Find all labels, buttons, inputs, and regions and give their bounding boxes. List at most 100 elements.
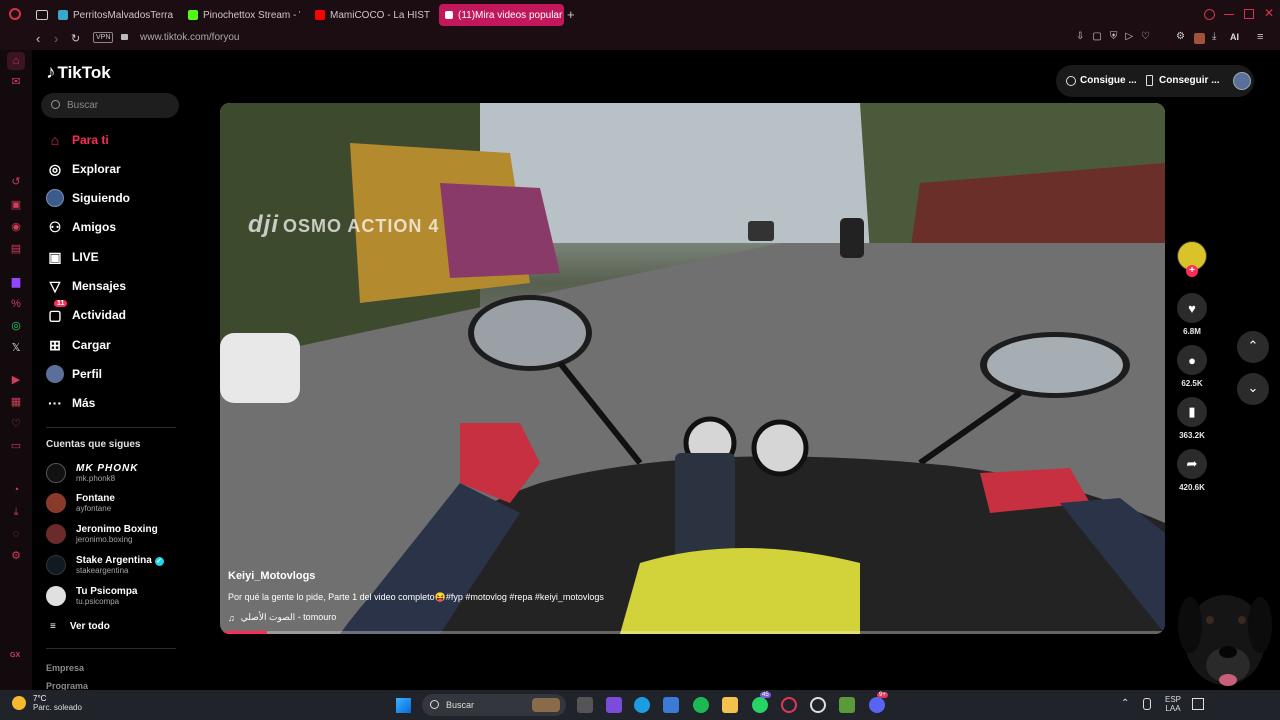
ai-button[interactable]: AI <box>1230 32 1239 42</box>
discord-icon[interactable]: 9+ <box>869 692 888 713</box>
whatsapp-icon[interactable]: 45 <box>752 692 771 713</box>
nav-label: Siguiendo <box>72 191 130 205</box>
language-indicator[interactable]: ESP LAA <box>1165 695 1181 713</box>
m365-icon[interactable] <box>606 697 622 713</box>
forward-icon[interactable]: › <box>54 31 58 46</box>
comment-action[interactable]: ● 62.5K <box>1174 345 1210 388</box>
creator-avatar-button[interactable]: + <box>1174 241 1210 277</box>
close-window-icon[interactable]: ✕ <box>1264 6 1274 20</box>
nav-mas[interactable]: ··· Más <box>46 392 95 414</box>
lock-icon[interactable] <box>121 34 128 40</box>
media-sidebar-icon[interactable]: ▤ <box>9 242 23 256</box>
nav-amigos[interactable]: ⚇ Amigos <box>46 216 116 238</box>
tab-3[interactable]: MamiCOCO - La HISTORIA <box>315 4 430 26</box>
chatgpt-icon[interactable] <box>810 697 826 713</box>
see-all-link[interactable]: ≡ Ver todo <box>50 621 110 632</box>
url-field[interactable]: www.tiktok.com/foryou <box>140 32 239 43</box>
spotify-icon[interactable] <box>693 697 709 713</box>
get-coins-button[interactable]: Consigue ... <box>1066 75 1137 86</box>
reload-icon[interactable]: ↻ <box>71 32 80 45</box>
tiktok-logo[interactable]: ♪ TikTok <box>46 62 111 84</box>
tab-4-active[interactable]: (11)Mira videos popular <box>439 4 564 26</box>
avatar-extension-icon[interactable] <box>1194 33 1205 44</box>
history-sidebar-icon[interactable]: ↺ <box>9 175 23 189</box>
mail-sidebar-icon[interactable]: ✉ <box>9 75 23 89</box>
next-video-button[interactable]: ⌄ <box>1237 373 1269 405</box>
player-sidebar-icon[interactable]: ▶ <box>9 373 23 387</box>
camera-watermark: dji OSMO ACTION 4 <box>248 211 439 239</box>
comment-icon[interactable]: ● <box>1177 345 1207 375</box>
opera-logo-icon[interactable] <box>9 8 21 20</box>
start-icon[interactable] <box>396 698 411 713</box>
following-account-jeronimo[interactable]: Jeronimo Boxing jeronimo.boxing <box>46 521 158 547</box>
store-icon[interactable] <box>663 697 679 713</box>
nav-live[interactable]: ▣ LIVE <box>46 246 98 268</box>
download-sidebar-icon[interactable]: ⤓ <box>9 505 23 519</box>
settings-sidebar-icon[interactable]: ⚙ <box>9 549 23 563</box>
nav-mensajes[interactable]: ▽ Mensajes <box>46 275 126 297</box>
share-icon[interactable]: ➦ <box>1177 449 1207 479</box>
nav-perfil[interactable]: Perfil <box>46 363 102 385</box>
prev-video-button[interactable]: ⌃ <box>1237 331 1269 363</box>
chat-sidebar-icon[interactable]: ◌ <box>9 527 23 541</box>
bookmark-icon[interactable]: ▮ <box>1177 397 1207 427</box>
edge-icon[interactable] <box>634 697 650 713</box>
minimize-icon[interactable] <box>1224 14 1234 15</box>
percent-sidebar-icon[interactable]: % <box>9 297 23 311</box>
file-explorer-icon[interactable] <box>722 697 738 713</box>
vpn-badge[interactable]: VPN <box>93 32 114 43</box>
video-player[interactable]: dji OSMO ACTION 4 Keiyi_Motovlogs Por qué… <box>220 103 1165 634</box>
weather-widget[interactable]: 7°C Parc. soleado <box>12 694 82 712</box>
messenger-sidebar-icon[interactable]: ◉ <box>9 220 23 234</box>
following-account-fontane[interactable]: Fontane ayfontane <box>46 490 115 516</box>
following-account-stake[interactable]: Stake Argentina ✓ stakeargentina <box>46 552 164 578</box>
whatsapp-sidebar-icon[interactable]: ◎ <box>9 319 23 333</box>
nav-siguiendo[interactable]: Siguiendo <box>46 187 130 209</box>
search-box[interactable]: Buscar <box>41 93 179 118</box>
new-tab-button[interactable]: + <box>567 7 575 22</box>
share-action[interactable]: ➦ 420.6K <box>1174 449 1210 492</box>
menu-icon[interactable]: ≡ <box>1257 31 1263 43</box>
x-sidebar-icon[interactable]: 𝕏 <box>9 341 23 355</box>
save-action[interactable]: ▮ 363.2K <box>1174 397 1210 440</box>
heart-sidebar-icon[interactable]: ♡ <box>9 417 23 431</box>
taskbar-search[interactable]: Buscar <box>422 694 566 716</box>
search-tabs-icon[interactable] <box>1204 9 1215 20</box>
obs-app-icon[interactable] <box>839 697 855 713</box>
bag-sidebar-icon[interactable]: ▣ <box>9 198 23 212</box>
download-icon[interactable]: ⤓ <box>1212 31 1216 42</box>
account-text: MK PHONK mk.phonk8 <box>76 463 138 483</box>
follow-plus-icon[interactable]: + <box>1186 265 1198 277</box>
following-account-mkphonk[interactable]: MK PHONK mk.phonk8 <box>46 460 138 486</box>
tiktok-logo-text: TikTok <box>57 63 111 82</box>
tab-1[interactable]: PerritosMalvadosTerraria <box>58 4 173 26</box>
like-action[interactable]: ♥ 6.8M <box>1174 293 1210 336</box>
nav-para-ti[interactable]: ⌂ Para ti <box>46 129 109 151</box>
tray-chevron-icon[interactable]: ⌃ <box>1121 698 1129 709</box>
progress-track[interactable] <box>220 631 1165 634</box>
tab-2[interactable]: Pinochettox Stream - Watc <box>188 4 300 26</box>
mic-icon[interactable] <box>1143 698 1151 710</box>
maximize-icon[interactable] <box>1244 9 1254 19</box>
notifications-icon[interactable] <box>1192 698 1204 710</box>
back-icon[interactable]: ‹ <box>36 31 40 46</box>
get-app-button[interactable]: Conseguir ... <box>1146 75 1220 86</box>
opera-gx-icon[interactable] <box>781 697 797 713</box>
nav-explorar[interactable]: ◎ Explorar <box>46 158 121 180</box>
home-sidebar-icon[interactable]: ⌂ <box>7 52 25 70</box>
footer-link-empresa[interactable]: Empresa <box>46 663 84 673</box>
task-view-icon[interactable] <box>577 697 593 713</box>
nav-cargar[interactable]: ⊞ Cargar <box>46 334 111 356</box>
apps-sidebar-icon[interactable]: ▦ <box>9 395 23 409</box>
nav-actividad[interactable]: ▢ 11 Actividad <box>46 300 126 326</box>
video-sound[interactable]: ♫ الصوت الأصلي - tomouro <box>228 612 336 623</box>
following-account-tupsicompa[interactable]: Tu Psicompa tu.psicompa <box>46 583 138 609</box>
pin-sidebar-icon[interactable]: ▭ <box>9 439 23 453</box>
extensions-icon[interactable]: ⚙ <box>1176 31 1185 42</box>
clock-sidebar-icon[interactable]: ◔ <box>9 483 23 497</box>
heart-icon[interactable]: ♥ <box>1177 293 1207 323</box>
user-avatar[interactable] <box>1233 72 1251 90</box>
video-author[interactable]: Keiyi_Motovlogs <box>228 570 315 582</box>
twitch-sidebar-icon[interactable]: ▆ <box>9 275 23 289</box>
tab-switcher-icon[interactable] <box>36 10 48 20</box>
